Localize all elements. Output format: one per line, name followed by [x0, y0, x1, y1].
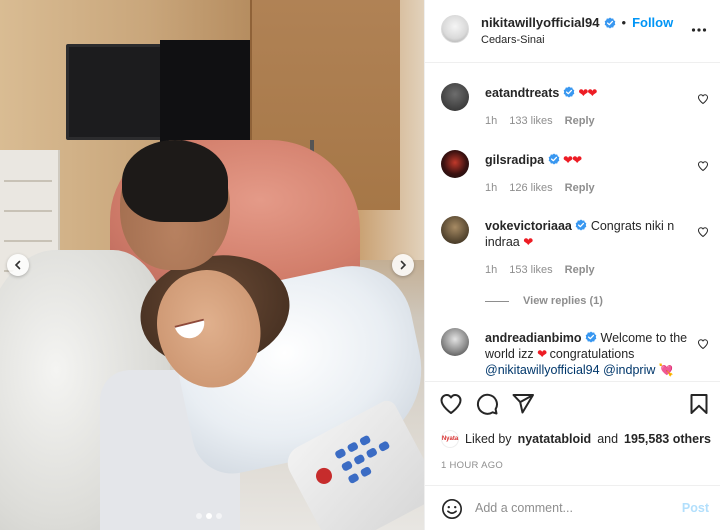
comment-text: vokevictoriaaa Congrats niki n indraa ❤ — [485, 218, 689, 250]
comment-text: andreadianbimo Welcome to the world izz … — [485, 330, 689, 378]
carousel-indicator — [196, 513, 222, 519]
commenter-avatar[interactable] — [441, 83, 469, 111]
comment-emoji: ❤❤ — [578, 86, 597, 100]
comment-meta: 1h 153 likes Reply — [485, 264, 595, 276]
bookmark-icon[interactable] — [687, 392, 711, 416]
share-icon[interactable] — [511, 392, 535, 416]
photo-man-hair — [122, 140, 228, 222]
author-row: nikitawillyofficial94 • Follow — [481, 15, 673, 30]
comment-emoji: ❤ — [523, 235, 533, 249]
reply-button[interactable]: Reply — [565, 115, 595, 127]
carousel-dot — [196, 513, 202, 519]
carousel-next-button[interactable] — [392, 254, 414, 276]
likes-and: and — [597, 432, 619, 446]
post-photo[interactable] — [0, 0, 424, 530]
commenter-username[interactable]: vokevictoriaaa — [485, 219, 572, 233]
comment-input[interactable] — [475, 497, 675, 519]
commenter-username[interactable]: andreadianbimo — [485, 331, 582, 345]
commenter-avatar[interactable] — [441, 328, 469, 356]
separator-dot: • — [621, 15, 627, 30]
comments-list[interactable]: eatandtreats ❤❤ 1h 133 likes Reply gilsr… — [425, 63, 720, 382]
heart-icon[interactable] — [697, 338, 709, 350]
likes-summary: Nyata Liked by nyatatabloid and 195,583 … — [441, 430, 711, 448]
commenter-username[interactable]: gilsradipa — [485, 153, 544, 167]
comment-emoji: ❤ — [537, 347, 547, 361]
carousel-dot-active — [206, 513, 212, 519]
comment-likes[interactable]: 153 likes — [509, 264, 552, 276]
author-avatar[interactable] — [441, 15, 469, 43]
likes-prefix: Liked by — [465, 432, 512, 446]
post-header: nikitawillyofficial94 • Follow Cedars-Si… — [425, 0, 720, 63]
comment-text: gilsradipa ❤❤ — [485, 152, 689, 168]
comment-meta: 1h 126 likes Reply — [485, 182, 595, 194]
author-username[interactable]: nikitawillyofficial94 — [481, 15, 600, 30]
comment-time[interactable]: 1h — [485, 115, 497, 127]
view-replies-button[interactable]: View replies (1) — [485, 295, 603, 307]
comment-body-2: congratulations — [549, 347, 635, 361]
comment-likes[interactable]: 126 likes — [509, 182, 552, 194]
post-timestamp[interactable]: 1 HOUR AGO — [441, 460, 503, 471]
emoji-icon[interactable] — [441, 498, 463, 520]
comment-time[interactable]: 1h — [485, 264, 497, 276]
comment-meta: 1h 133 likes Reply — [485, 115, 595, 127]
chevron-left-icon — [14, 260, 21, 270]
verified-badge-icon — [604, 17, 615, 28]
view-replies-line — [485, 300, 509, 302]
comment-emoji: 💘 — [658, 363, 674, 377]
reply-button[interactable]: Reply — [565, 182, 595, 194]
commenter-avatar[interactable] — [441, 216, 469, 244]
liker-username[interactable]: nyatatabloid — [518, 432, 592, 446]
post-comment-button[interactable]: Post — [682, 501, 709, 515]
commenter-avatar[interactable] — [441, 150, 469, 178]
post-location[interactable]: Cedars-Sinai — [481, 34, 545, 46]
likes-others-link[interactable]: 195,583 others — [624, 432, 711, 446]
comment-text: eatandtreats ❤❤ — [485, 85, 689, 101]
heart-icon[interactable] — [697, 93, 709, 105]
liker-avatar[interactable]: Nyata — [441, 430, 459, 448]
verified-badge-icon — [563, 86, 575, 98]
carousel-prev-button[interactable] — [7, 254, 29, 276]
mention-link[interactable]: @nikitawillyofficial94 — [485, 363, 600, 377]
carousel-dot — [216, 513, 222, 519]
post-sidebar: nikitawillyofficial94 • Follow Cedars-Si… — [424, 0, 720, 530]
add-comment-bar: Post — [425, 486, 720, 530]
more-options-icon[interactable] — [691, 22, 707, 38]
comment-icon[interactable] — [475, 392, 499, 416]
comment-time[interactable]: 1h — [485, 182, 497, 194]
view-replies-label: View replies (1) — [523, 295, 603, 307]
chevron-right-icon — [400, 260, 407, 270]
heart-icon[interactable] — [697, 160, 709, 172]
follow-button[interactable]: Follow — [632, 15, 673, 30]
verified-badge-icon — [585, 331, 597, 343]
heart-icon[interactable] — [439, 392, 463, 416]
verified-badge-icon — [576, 219, 587, 231]
reply-button[interactable]: Reply — [565, 264, 595, 276]
verified-badge-icon — [548, 153, 559, 165]
post-actions — [425, 392, 720, 418]
photo-monitor-2 — [160, 40, 256, 142]
actions-divider — [425, 381, 720, 382]
commenter-username[interactable]: eatandtreats — [485, 86, 559, 100]
mention-link[interactable]: @indpriw — [603, 363, 655, 377]
comment-emoji: ❤❤ — [563, 153, 582, 167]
heart-icon[interactable] — [697, 226, 709, 238]
comment-likes[interactable]: 133 likes — [509, 115, 552, 127]
